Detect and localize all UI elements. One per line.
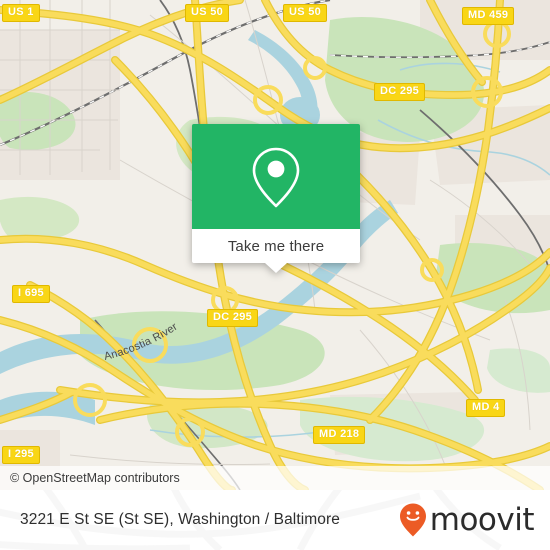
- road-shield-us-50-west[interactable]: US 50: [185, 4, 230, 22]
- moovit-wordmark: moovit: [429, 501, 535, 538]
- footer-bar: 3221 E St SE (St SE), Washington / Balti…: [0, 490, 550, 550]
- road-shield-md-218[interactable]: MD 218: [313, 426, 366, 444]
- attribution-bar: © OpenStreetMap contributors: [0, 466, 550, 490]
- moovit-brand[interactable]: moovit: [398, 502, 550, 538]
- road-shield-us-50-east[interactable]: US 50: [283, 4, 328, 22]
- callout-icon-panel: [192, 124, 360, 229]
- location-pin-icon: [252, 147, 300, 207]
- map-screenshot: Anacostia River US 1 US 50 US 50 MD 459 …: [0, 0, 550, 550]
- location-callout-card[interactable]: Take me there: [192, 124, 360, 273]
- take-me-there-label: Take me there: [227, 237, 325, 255]
- road-shield-md-4[interactable]: MD 4: [466, 399, 506, 417]
- attribution-text[interactable]: © OpenStreetMap contributors: [0, 471, 180, 485]
- road-shield-us-1[interactable]: US 1: [2, 4, 40, 22]
- callout-pointer-tail: [265, 263, 287, 273]
- location-address: 3221 E St SE (St SE), Washington / Balti…: [20, 511, 340, 528]
- callout-action-panel[interactable]: Take me there: [192, 229, 360, 273]
- road-shield-i-695[interactable]: I 695: [12, 285, 50, 303]
- road-shield-md-459[interactable]: MD 459: [462, 7, 515, 25]
- road-shield-i-295[interactable]: I 295: [2, 446, 40, 464]
- road-shield-dc-295-north[interactable]: DC 295: [374, 83, 426, 101]
- moovit-smiley-pin-icon: [399, 503, 426, 537]
- road-shield-dc-295-south[interactable]: DC 295: [207, 309, 259, 327]
